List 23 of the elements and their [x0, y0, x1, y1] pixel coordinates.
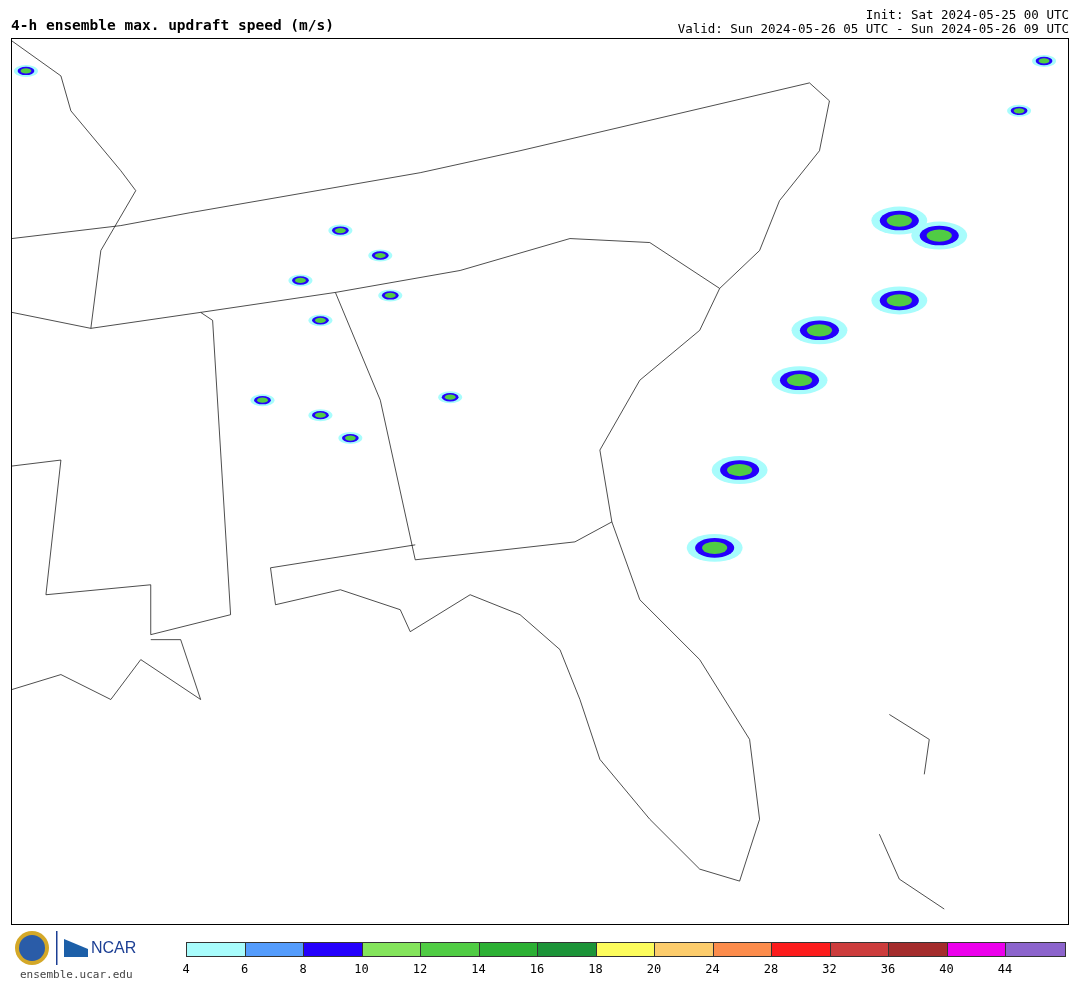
scale-label: 36 — [880, 962, 896, 976]
scale-label: 10 — [354, 962, 369, 976]
chart-title: 4-h ensemble max. updraft speed (m/s) — [11, 17, 334, 35]
scale-label: 32 — [822, 962, 837, 976]
scale-label: 20 — [646, 962, 662, 976]
scale-label: 8 — [299, 962, 307, 976]
scale-label: 12 — [412, 962, 428, 976]
scale-label: 28 — [763, 962, 779, 976]
scale-label: 14 — [471, 962, 486, 976]
init-time: Init: Sat 2024-05-25 00 UTC — [864, 8, 1069, 22]
scale-label: 44 — [997, 962, 1013, 976]
scale-label: 4 — [182, 962, 190, 976]
nsf-logo-icon — [14, 930, 50, 966]
ncar-logo-icon — [64, 939, 88, 957]
scale-label: 24 — [705, 962, 720, 976]
scale-label: 18 — [588, 962, 603, 976]
ncar-logo: NCAR — [91, 939, 137, 957]
logo-divider — [56, 931, 58, 965]
website-url: ensemble.ucar.edu — [19, 968, 134, 981]
scale-label: 6 — [240, 962, 249, 976]
scale-label: 16 — [529, 962, 545, 976]
scale-label: 40 — [939, 962, 954, 976]
valid-time: Valid: Sun 2024-05-26 05 UTC - Sun 2024-05-26 09 UTC — [677, 22, 1069, 36]
